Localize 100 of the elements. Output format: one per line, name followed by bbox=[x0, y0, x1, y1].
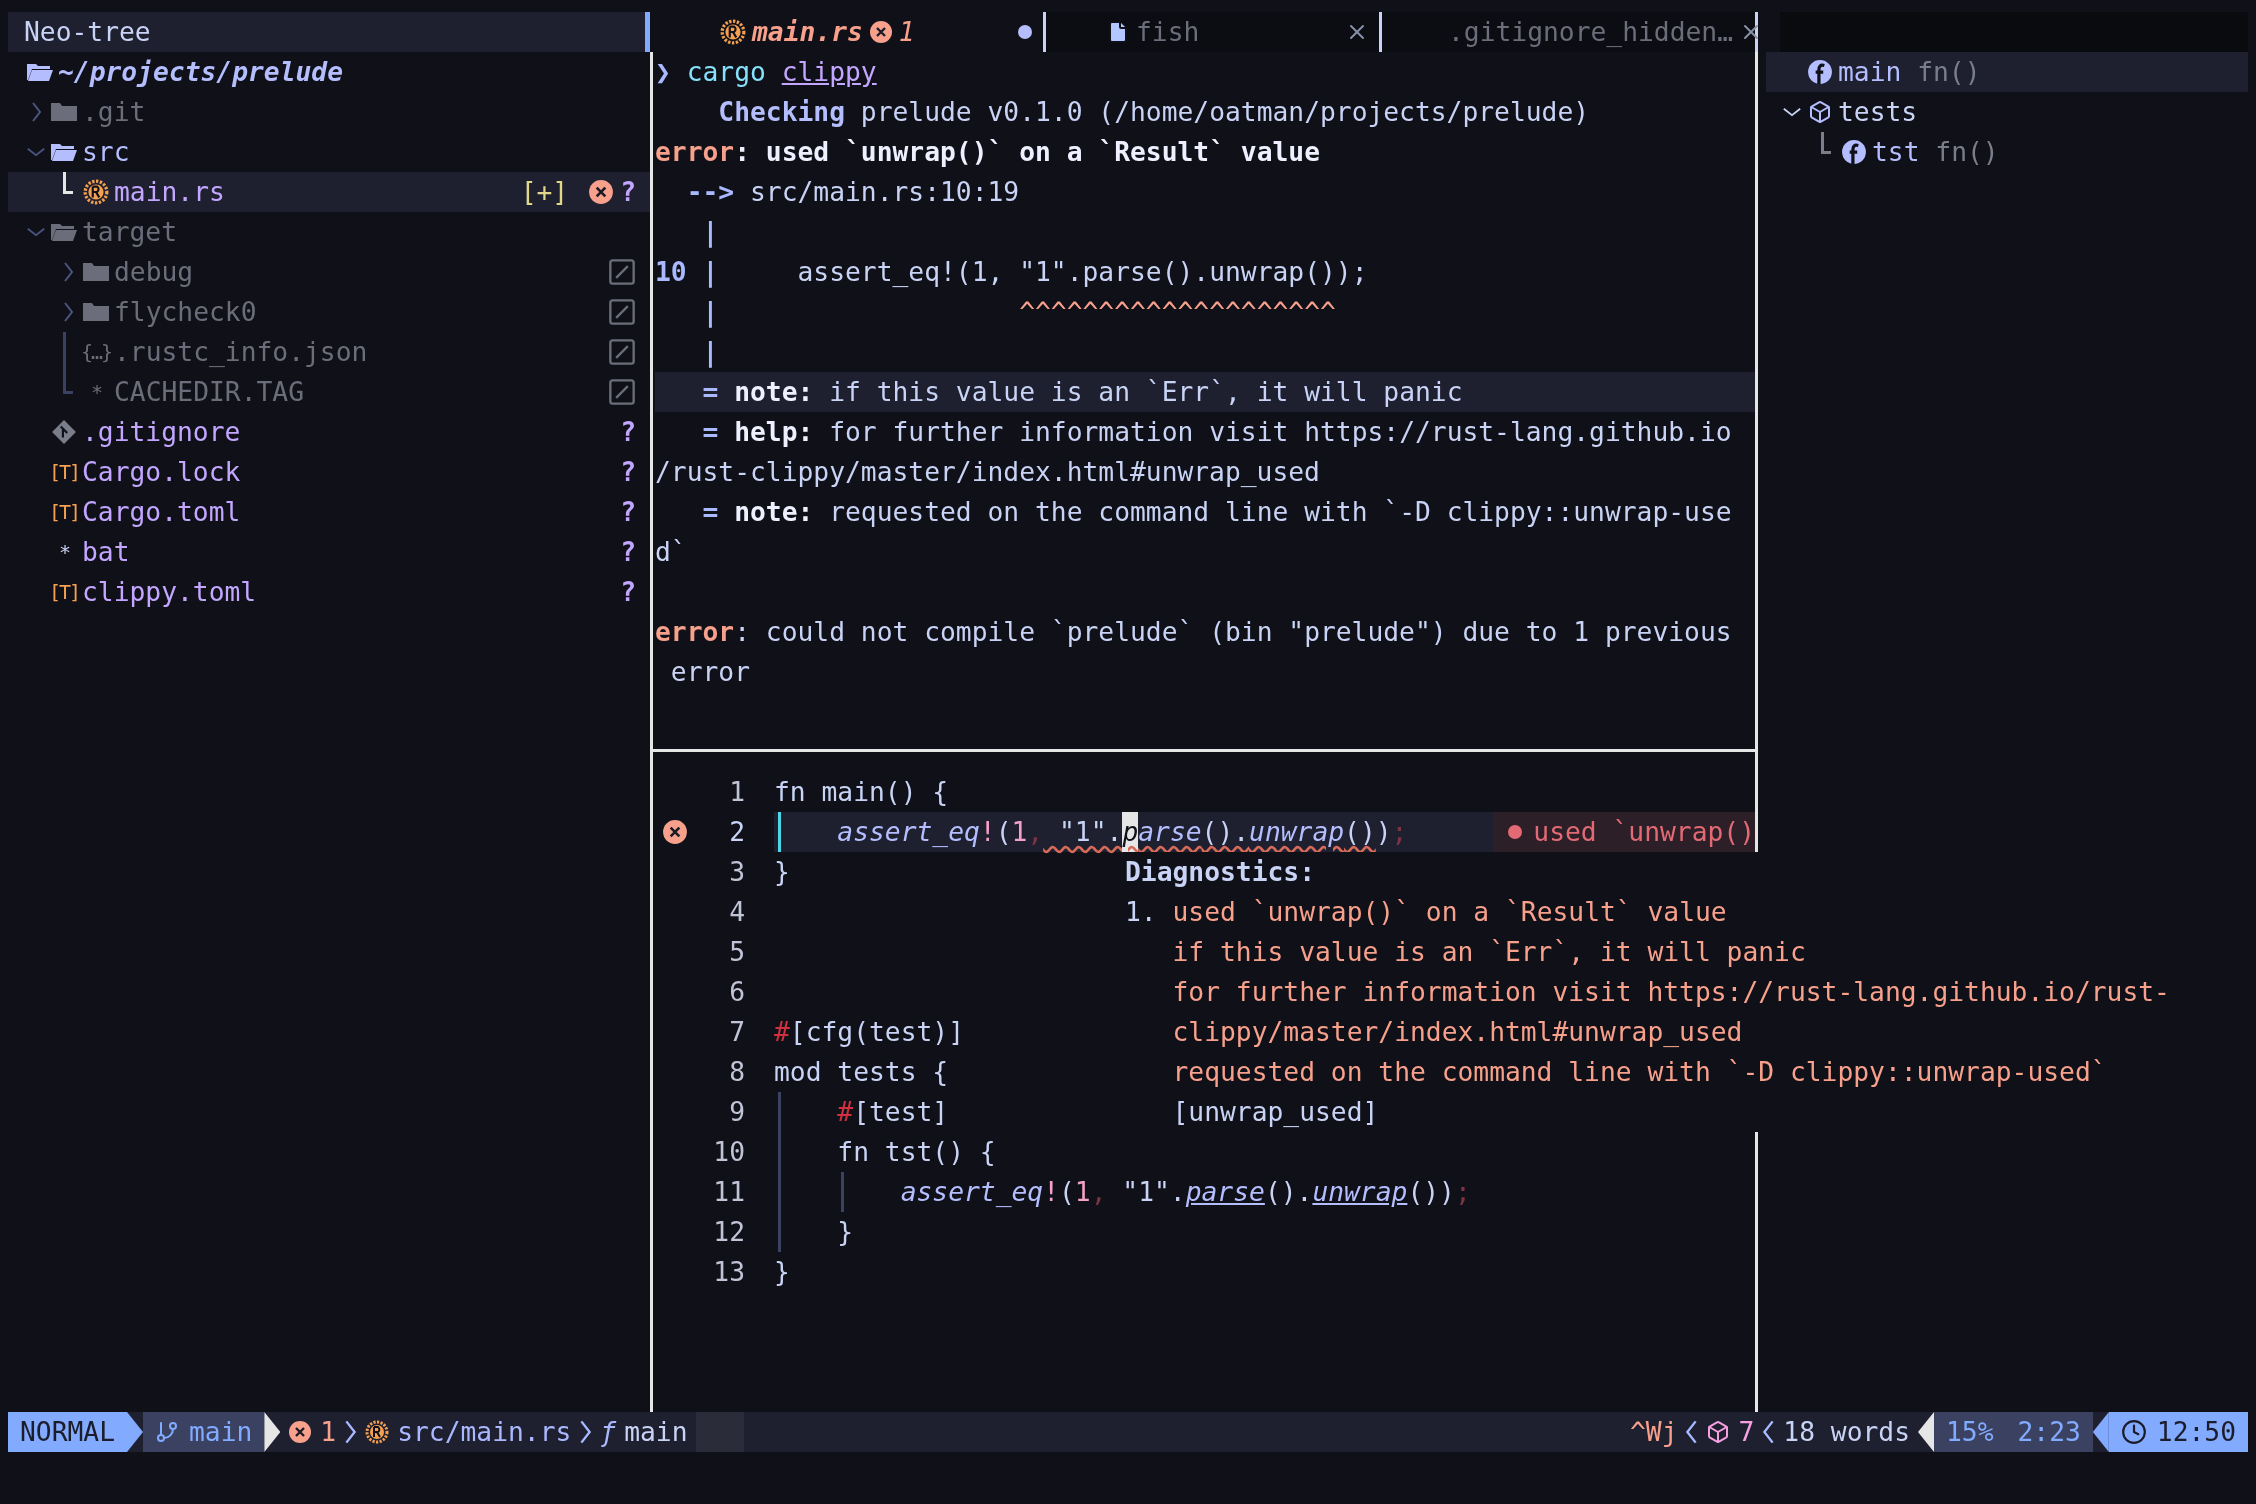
file-name: flycheck0 bbox=[114, 296, 257, 329]
tree-item[interactable]: target bbox=[8, 212, 650, 252]
word-count: 18 words bbox=[1782, 1416, 1911, 1449]
chevron-right-icon bbox=[344, 1419, 358, 1445]
terminal-line: /rust-clippy/master/index.html#unwrap_used bbox=[655, 456, 1321, 489]
line-number: 4 bbox=[728, 896, 745, 929]
inline-diagnostic: used `unwrap() bbox=[1493, 812, 1755, 852]
error-icon bbox=[868, 20, 893, 44]
line-number: 3 bbox=[728, 856, 745, 889]
outline-item[interactable]: tst fn() bbox=[1766, 132, 2248, 172]
tree-guide bbox=[63, 172, 73, 194]
tab-label: main.rs bbox=[752, 16, 863, 49]
git-status: ? bbox=[620, 456, 636, 489]
mode-indicator: NORMAL bbox=[8, 1412, 127, 1452]
folder-icon bbox=[82, 260, 110, 284]
root-path: ~/projects/prelude bbox=[58, 56, 343, 89]
tree-item[interactable]: debug bbox=[8, 252, 650, 292]
cog-icon bbox=[720, 19, 746, 45]
file-type-icon: [T] bbox=[48, 572, 80, 612]
file-icon bbox=[1106, 20, 1130, 44]
symbol-detail: fn() bbox=[1934, 136, 1999, 169]
cog-icon bbox=[365, 1420, 390, 1444]
code-line: fn tst() { bbox=[837, 1136, 996, 1169]
popup-title: Diagnostics: bbox=[1125, 856, 1316, 889]
diagnostic-text: requested on the command line with `-D clippy::unwrap-used` bbox=[1172, 1057, 2107, 1087]
code-line: assert_eq!(1, "1".parse().unwrap()); bbox=[900, 1176, 1471, 1209]
diagnostic-text: if this value is an `Err`, it will panic bbox=[1172, 937, 1806, 967]
line-number: 6 bbox=[728, 976, 745, 1009]
file-name: .git bbox=[82, 96, 146, 129]
git-status: ? bbox=[620, 576, 636, 609]
code-line: #[test] bbox=[837, 1096, 949, 1129]
diagnostic-text: used `unwrap()` on a `Result` value bbox=[1172, 897, 1727, 927]
current-symbol: ƒ main bbox=[599, 1416, 689, 1449]
ignored-icon bbox=[608, 378, 636, 406]
ignored-icon bbox=[608, 298, 636, 326]
editor-tab[interactable]: main.rs 1 bbox=[650, 12, 1046, 52]
tree-item[interactable]: * bat ? bbox=[8, 532, 650, 572]
file-type-icon: * bbox=[58, 532, 69, 572]
git-status: ? bbox=[620, 496, 636, 529]
branch-icon bbox=[155, 1420, 179, 1444]
line-number: 12 bbox=[712, 1216, 745, 1249]
line-number: 11 bbox=[712, 1176, 745, 1209]
tree-item[interactable]: .gitignore ? bbox=[8, 412, 650, 452]
terminal-line: error: used `unwrap()` on a `Result` value bbox=[655, 136, 1321, 169]
terminal-line: = help: for further information visit https://rust-lang.github.io bbox=[701, 416, 1733, 449]
terminal-line: | bbox=[701, 336, 720, 370]
tree-item[interactable]: [T]Cargo.toml ? bbox=[8, 492, 650, 532]
folder-icon bbox=[82, 300, 110, 324]
chevron-right-icon[interactable] bbox=[30, 101, 42, 123]
tree-item[interactable]: [T]clippy.toml ? bbox=[8, 572, 650, 612]
line-number: 10 bbox=[712, 1136, 745, 1169]
file-name: .gitignore bbox=[82, 416, 241, 449]
code-line: } bbox=[774, 856, 790, 889]
line-number: 7 bbox=[728, 1016, 745, 1049]
file-name: main.rs bbox=[114, 176, 225, 209]
file-path: src/main.rs bbox=[357, 1412, 580, 1452]
terminal-line: = note: requested on the command line with `-D clippy::unwrap-use bbox=[701, 496, 1733, 529]
modified-dot-icon bbox=[1017, 24, 1033, 40]
file-name: src bbox=[82, 136, 130, 169]
outline-item[interactable]: main fn() bbox=[1766, 52, 2248, 92]
diamond-icon bbox=[51, 419, 77, 445]
error-count: 1 bbox=[280, 1412, 345, 1452]
tree-item[interactable]: flycheck0 bbox=[8, 292, 650, 332]
line-number: 8 bbox=[728, 1056, 745, 1089]
file-type-icon: {…} bbox=[80, 332, 112, 372]
code-line: } bbox=[837, 1216, 854, 1249]
tree-item[interactable]: {…}.rustc_info.json bbox=[8, 332, 650, 372]
terminal-line: | ^^^^^^^^^^^^^^^^^^^^ bbox=[701, 296, 1337, 330]
cube-icon bbox=[1808, 100, 1832, 124]
terminal-line: ❯ cargo clippy bbox=[655, 56, 878, 89]
tree-item[interactable]: main.rs [+] ? bbox=[8, 172, 650, 212]
ignored-icon bbox=[608, 338, 636, 366]
tree-item[interactable]: * CACHEDIR.TAG bbox=[8, 372, 650, 412]
line-number: 1 bbox=[728, 776, 745, 809]
git-branch: main bbox=[143, 1412, 265, 1452]
outline-item[interactable]: tests bbox=[1766, 92, 2248, 132]
cube-icon bbox=[1706, 1420, 1731, 1444]
file-name: CACHEDIR.TAG bbox=[114, 376, 304, 409]
code-line: assert_eq!(1, "1".parse().unwrap()); bbox=[837, 812, 1408, 852]
line-number: 5 bbox=[728, 936, 745, 969]
chevron-right-icon bbox=[579, 1419, 593, 1445]
modified-marker: [+] bbox=[520, 176, 569, 209]
chevron-right-icon[interactable] bbox=[62, 301, 74, 323]
line-number: 9 bbox=[728, 1096, 745, 1129]
tree-item[interactable]: src bbox=[8, 132, 650, 172]
package-count: 7 bbox=[1698, 1412, 1763, 1452]
terminal-line: Checking prelude v0.1.0 (/home/oatman/projects/prelude) bbox=[717, 96, 1591, 129]
ignored-icon bbox=[608, 258, 636, 286]
diagnostic-text: [unwrap_used] bbox=[1172, 1097, 1379, 1127]
terminal-line: error bbox=[669, 656, 751, 689]
tree-item[interactable]: [T]Cargo.lock ? bbox=[8, 452, 650, 492]
clock-icon bbox=[2120, 1419, 2147, 1445]
tab-label: fish bbox=[1136, 16, 1200, 49]
file-name: Cargo.toml bbox=[82, 496, 241, 529]
code-line: mod tests { bbox=[774, 1056, 949, 1089]
chevron-right-icon[interactable] bbox=[62, 261, 74, 283]
file-name: bat bbox=[82, 536, 130, 569]
panel-title: Neo-tree bbox=[8, 12, 650, 52]
tree-item[interactable]: .git bbox=[8, 92, 650, 132]
file-name: clippy.toml bbox=[82, 576, 257, 609]
